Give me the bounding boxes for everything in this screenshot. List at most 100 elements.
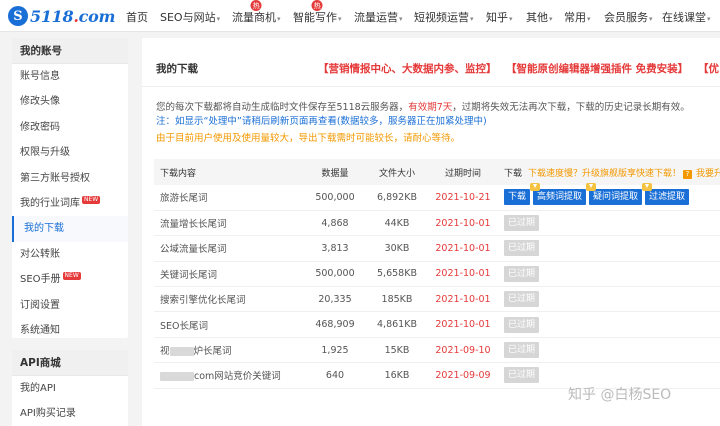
promo-link-intel[interactable]: 【营销情报中心、大数据内参、监控】 <box>318 61 497 76</box>
cell-name: 流量增长长尾词 <box>154 210 304 237</box>
filter-extract-button[interactable]: 过滤提取 <box>642 183 690 206</box>
cell-ops: 已过期 <box>498 311 720 338</box>
expired-button: 已过期 <box>504 291 540 308</box>
cell-name: 视炉长尾词 <box>154 337 304 364</box>
sidebar-heading: 我的账号 <box>12 38 128 64</box>
nav-item-8[interactable]: 常用▾ <box>564 9 591 25</box>
downloads-table: 下载内容 数据量 文件大小 过期时间 下载 下载速度慢？升级旗舰版享快速下载！? 我… <box>154 159 720 389</box>
watermark: 知乎 @白杨SEO <box>568 387 672 403</box>
cell-name: 旅游长尾词 <box>154 185 304 211</box>
cell-name: com网站竞价关键词 <box>154 362 304 389</box>
chevron-down-icon: ▾ <box>509 15 513 23</box>
table-row: 旅游长尾词 500,000 6,892KB 2021-10-21 下载 高频词提取 疑问词提… <box>154 183 720 211</box>
nav-item-6[interactable]: 知乎▾ <box>486 9 513 25</box>
expired-button: 已过期 <box>504 240 540 257</box>
high-freq-extract-button[interactable]: 高频词提取 <box>530 183 587 206</box>
cell-count: 4,868 <box>304 210 366 237</box>
table-row: 公域流量长尾词 3,813 30KB 2021-10-01 已过期 <box>154 235 720 262</box>
cell-date: 2021-10-01 <box>428 210 498 237</box>
cell-name: SEO长尾词 <box>154 311 304 338</box>
sidebar-item-my-api[interactable]: 我的API <box>12 376 128 401</box>
nav-item-10[interactable]: 在线课堂▾ <box>662 9 711 25</box>
validity-text: 有效期7天 <box>408 102 453 113</box>
table-header-row: 下载内容 数据量 文件大小 过期时间 下载 下载速度慢？升级旗舰版享快速下载！? 我… <box>154 159 720 185</box>
chevron-down-icon: ▾ <box>470 15 474 23</box>
expired-button: 已过期 <box>504 342 540 359</box>
nav-item-7[interactable]: 其他▾ <box>526 9 553 25</box>
cell-size: 44KB <box>366 210 428 237</box>
cell-date: 2021-09-10 <box>428 337 498 364</box>
col-header-size: 文件大小 <box>366 159 428 185</box>
promo-link-editor[interactable]: 【智能原创编辑器增强插件 免费安装】 <box>506 61 688 76</box>
table-row: 搜索引擎优化长尾词 20,335 185KB 2021-10-01 已过期 <box>154 286 720 313</box>
col-header-count: 数据量 <box>304 159 366 185</box>
col-header-date: 过期时间 <box>428 159 498 185</box>
table-row: 关键词长尾词 500,000 5,658KB 2021-10-01 已过期 <box>154 261 720 288</box>
sidebar-item-3[interactable]: 权限与升级 <box>12 140 128 165</box>
hot-badge: 热 <box>311 0 323 11</box>
sidebar-item-1[interactable]: 修改头像 <box>12 89 128 114</box>
processing-notice: 注：如显示“处理中”请稍后刷新页面再查看(数据较多，服务器正在加紧处理中) <box>156 116 487 127</box>
cell-ops: 已过期 <box>498 286 720 313</box>
cell-count: 20,335 <box>304 286 366 313</box>
table-row: 视炉长尾词 1,925 15KB 2021-09-10 已过期 <box>154 337 720 364</box>
cell-ops: 下载 高频词提取 疑问词提取 过滤提取 <box>498 183 720 211</box>
expired-button: 已过期 <box>504 215 540 232</box>
chevron-down-icon: ▾ <box>649 15 653 23</box>
vip-crown-icon <box>586 183 597 192</box>
new-badge: NEW <box>82 195 101 204</box>
chevron-down-icon: ▾ <box>277 15 281 23</box>
sidebar-item-4[interactable]: 第三方账号授权 <box>12 166 128 191</box>
cell-name: 关键词长尾词 <box>154 261 304 288</box>
sidebar-item-8[interactable]: SEO手册 NEW <box>12 267 128 292</box>
sidebar-item-6[interactable]: 我的下载 <box>12 216 128 242</box>
sidebar-item-5[interactable]: 我的行业词库 NEW <box>12 191 128 216</box>
cell-size: 6,892KB <box>366 185 428 211</box>
nav-item-9[interactable]: 会员服务▾ <box>604 9 653 25</box>
nav-item-4[interactable]: 流量运营▾ <box>354 9 403 25</box>
chevron-down-icon: ▾ <box>707 15 711 23</box>
cell-ops: 已过期 <box>498 261 720 288</box>
cell-count: 468,909 <box>304 311 366 338</box>
cell-date: 2021-10-01 <box>428 235 498 262</box>
chevron-down-icon: ▾ <box>338 15 342 23</box>
sidebar-item-0[interactable]: 账号信息 <box>12 64 128 89</box>
vip-crown-icon <box>530 183 541 192</box>
logo[interactable]: S 5118.com <box>8 5 115 27</box>
nav-item-2[interactable]: 流量商机▾ 热 <box>232 0 281 25</box>
cell-date: 2021-10-21 <box>428 185 498 211</box>
sidebar-item-7[interactable]: 对公转账 <box>12 242 128 267</box>
nav-item-0[interactable]: 首页 <box>126 9 148 25</box>
sidebar-item-api-purchases[interactable]: API购买记录 <box>12 401 128 426</box>
cell-ops: 已过期 <box>498 210 720 237</box>
api-sidebar-heading: API商城 <box>12 350 128 376</box>
chevron-down-icon: ▾ <box>216 15 221 23</box>
help-icon[interactable]: ? <box>683 169 693 179</box>
expired-button: 已过期 <box>504 367 540 384</box>
api-sidebar: API商城 我的API API购买记录 <box>12 350 128 426</box>
promo-link-more[interactable]: 【优 <box>698 61 719 76</box>
sidebar-item-9[interactable]: 订阅设置 <box>12 293 128 318</box>
col-header-name: 下载内容 <box>154 159 304 185</box>
cell-size: 5,658KB <box>366 261 428 288</box>
nav-item-1[interactable]: SEO与网站▾ <box>160 9 220 25</box>
upgrade-link[interactable]: 我要升级 <box>696 169 720 179</box>
sidebar-item-2[interactable]: 修改密码 <box>12 115 128 140</box>
new-badge: NEW <box>62 272 81 281</box>
expired-button: 已过期 <box>504 265 540 282</box>
nav-item-5[interactable]: 短视频运营▾ <box>414 9 474 25</box>
logo-icon: S <box>8 6 28 26</box>
download-button[interactable]: 下载 <box>504 189 531 206</box>
cell-count: 640 <box>304 362 366 389</box>
upgrade-speed-link[interactable]: 下载速度慢？升级旗舰版享快速下载！ <box>528 169 681 179</box>
chevron-down-icon: ▾ <box>587 15 591 23</box>
storage-notice: 您的每次下载都将自动生成临时文件保存至5118云服务器，有效期7天，过期将失效无… <box>156 102 690 113</box>
cell-name: 搜索引擎优化长尾词 <box>154 286 304 313</box>
question-extract-button[interactable]: 疑问词提取 <box>586 183 643 206</box>
nav-item-3[interactable]: 智能写作▾ 热 <box>293 0 342 25</box>
table-row: SEO长尾词 468,909 4,861KB 2021-10-01 已过期 <box>154 311 720 338</box>
cell-ops: 已过期 <box>498 235 720 262</box>
logo-text: 5118.com <box>30 6 116 26</box>
sidebar-item-10[interactable]: 系统通知 <box>12 318 128 343</box>
hot-badge: 热 <box>250 0 262 11</box>
